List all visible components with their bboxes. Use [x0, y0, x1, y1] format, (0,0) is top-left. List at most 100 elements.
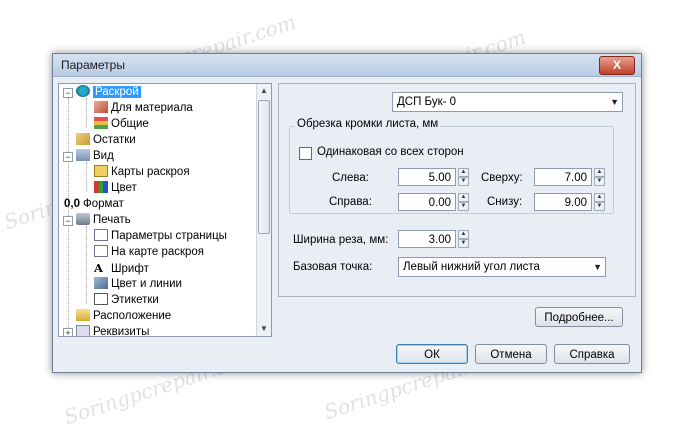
help-button[interactable]: Справка [554, 344, 630, 364]
cut-width-spinner[interactable]: 3.00 ▲ ▼ [398, 230, 470, 248]
base-point-value: Левый нижний угол листа [403, 261, 540, 273]
tree-item-layout[interactable]: Расположение [76, 308, 171, 324]
layers-icon [94, 117, 108, 129]
tree-item-general[interactable]: Общие [94, 116, 149, 132]
more-button[interactable]: Подробнее... [535, 307, 623, 327]
map-page-icon [94, 245, 108, 257]
tree-item-labels[interactable]: Этикетки [94, 292, 159, 308]
expander-raskroy[interactable]: − [63, 88, 73, 98]
spin-up-icon[interactable]: ▲ [458, 193, 469, 202]
tree-item-color[interactable]: Цвет [94, 180, 137, 196]
expander-requisites[interactable]: + [63, 328, 73, 336]
right-spinner[interactable]: 0.00 ▲ ▼ [398, 193, 470, 211]
material-select-value: ДСП Бук- 0 [397, 96, 457, 108]
top-spinner[interactable]: 7.00 ▲ ▼ [534, 168, 606, 186]
tree-item-label: Реквизиты [93, 326, 150, 337]
tree-item-cut-maps[interactable]: Карты раскроя [94, 164, 190, 180]
left-input[interactable]: 5.00 [398, 168, 456, 186]
paint-icon [94, 277, 108, 289]
tree-item-label: Шрифт [111, 263, 149, 275]
right-input[interactable]: 0.00 [398, 193, 456, 211]
spin-down-icon[interactable]: ▼ [594, 177, 605, 186]
view-icon [76, 149, 90, 161]
tree-item-label: Этикетки [111, 294, 159, 306]
gear-icon [76, 85, 90, 97]
title-bar[interactable]: Параметры X [53, 54, 641, 77]
cut-width-input[interactable]: 3.00 [398, 230, 456, 248]
tree-item-label: Печать [93, 214, 131, 226]
tree-item-label: Общие [111, 118, 149, 130]
tree-item-label: Для материала [111, 102, 193, 114]
same-all-sides-label: Одинаковая со всех сторон [317, 146, 464, 158]
top-input[interactable]: 7.00 [534, 168, 592, 186]
spin-down-icon[interactable]: ▼ [458, 239, 469, 248]
spin-up-icon[interactable]: ▲ [594, 168, 605, 177]
tree-item-label: Остатки [93, 134, 136, 146]
base-point-label: Базовая точка: [293, 261, 373, 273]
tree-item-label: На карте раскроя [111, 246, 205, 258]
expander-view[interactable]: − [63, 152, 73, 162]
tree-item-format[interactable]: 0,0 Формат [64, 196, 124, 212]
left-spinner[interactable]: 5.00 ▲ ▼ [398, 168, 470, 186]
tree-item-raskroy[interactable]: Раскрой [76, 84, 141, 100]
scroll-thumb[interactable] [258, 100, 270, 234]
tree-item-page-params[interactable]: Параметры страницы [94, 228, 227, 244]
printer-icon [76, 213, 90, 225]
tree-item-label: Расположение [93, 310, 172, 322]
cut-map-icon [94, 165, 108, 177]
tree-item-label: Раскрой [93, 86, 141, 98]
settings-tree: − Раскрой Для материала Общие Остатки − … [58, 83, 272, 337]
close-button[interactable]: X [599, 56, 635, 75]
tree-item-view[interactable]: Вид [76, 148, 114, 164]
ok-button[interactable]: ОК [396, 344, 468, 364]
settings-panel: ДСП Бук- 0 ▼ Обрезка кромки листа, мм Од… [278, 83, 636, 297]
tree-item-font[interactable]: A Шрифт [94, 260, 149, 276]
folder-icon [76, 309, 90, 321]
bottom-label: Снизу: [487, 196, 523, 208]
tree-scrollbar[interactable]: ▲ ▼ [256, 84, 271, 336]
tree-item-on-cut-map[interactable]: На карте раскроя [94, 244, 204, 260]
tree-item-remnants[interactable]: Остатки [76, 132, 136, 148]
material-icon [94, 101, 108, 113]
tree-item-requisites[interactable]: Реквизиты [76, 324, 150, 337]
right-label: Справа: [329, 196, 372, 208]
trim-group-title: Обрезка кромки листа, мм [295, 118, 441, 130]
base-point-select[interactable]: Левый нижний угол листа ▼ [398, 257, 606, 277]
top-label: Сверху: [481, 172, 523, 184]
tree-item-label: Цвет и линии [111, 278, 182, 290]
tree-item-label: Цвет [111, 182, 137, 194]
tree-item-label: Вид [93, 150, 114, 162]
window-title: Параметры [61, 58, 125, 72]
tree-item-label: Карты раскроя [111, 166, 190, 178]
color-icon [94, 181, 108, 193]
material-select[interactable]: ДСП Бук- 0 ▼ [392, 92, 623, 112]
spin-down-icon[interactable]: ▼ [594, 202, 605, 211]
cut-width-label: Ширина реза, мм: [293, 234, 389, 246]
tree-item-for-material[interactable]: Для материала [94, 100, 193, 116]
spin-down-icon[interactable]: ▼ [458, 202, 469, 211]
scroll-up-icon[interactable]: ▲ [257, 84, 271, 98]
left-label: Слева: [332, 172, 369, 184]
format-icon: 0,0 [64, 198, 80, 210]
expander-print[interactable]: − [63, 216, 73, 226]
parameters-dialog: Параметры X − Раскрой Для материала Общи… [52, 53, 642, 373]
cancel-button[interactable]: Отмена [475, 344, 547, 364]
bottom-spinner[interactable]: 9.00 ▲ ▼ [534, 193, 606, 211]
same-all-sides-checkbox[interactable] [299, 147, 312, 160]
spin-up-icon[interactable]: ▲ [458, 168, 469, 177]
spin-up-icon[interactable]: ▲ [594, 193, 605, 202]
requisites-icon [76, 325, 90, 336]
spin-down-icon[interactable]: ▼ [458, 177, 469, 186]
bottom-input[interactable]: 9.00 [534, 193, 592, 211]
scroll-down-icon[interactable]: ▼ [257, 322, 271, 336]
remnants-icon [76, 133, 90, 145]
tree-item-label: Формат [83, 198, 124, 210]
font-icon: A [94, 261, 103, 275]
chevron-down-icon: ▼ [610, 97, 619, 107]
page-icon [94, 229, 108, 241]
spin-up-icon[interactable]: ▲ [458, 230, 469, 239]
chevron-down-icon: ▼ [593, 262, 602, 272]
tree-item-label: Параметры страницы [111, 230, 227, 242]
tree-item-print[interactable]: Печать [76, 212, 131, 228]
tree-item-color-lines[interactable]: Цвет и линии [94, 276, 182, 292]
